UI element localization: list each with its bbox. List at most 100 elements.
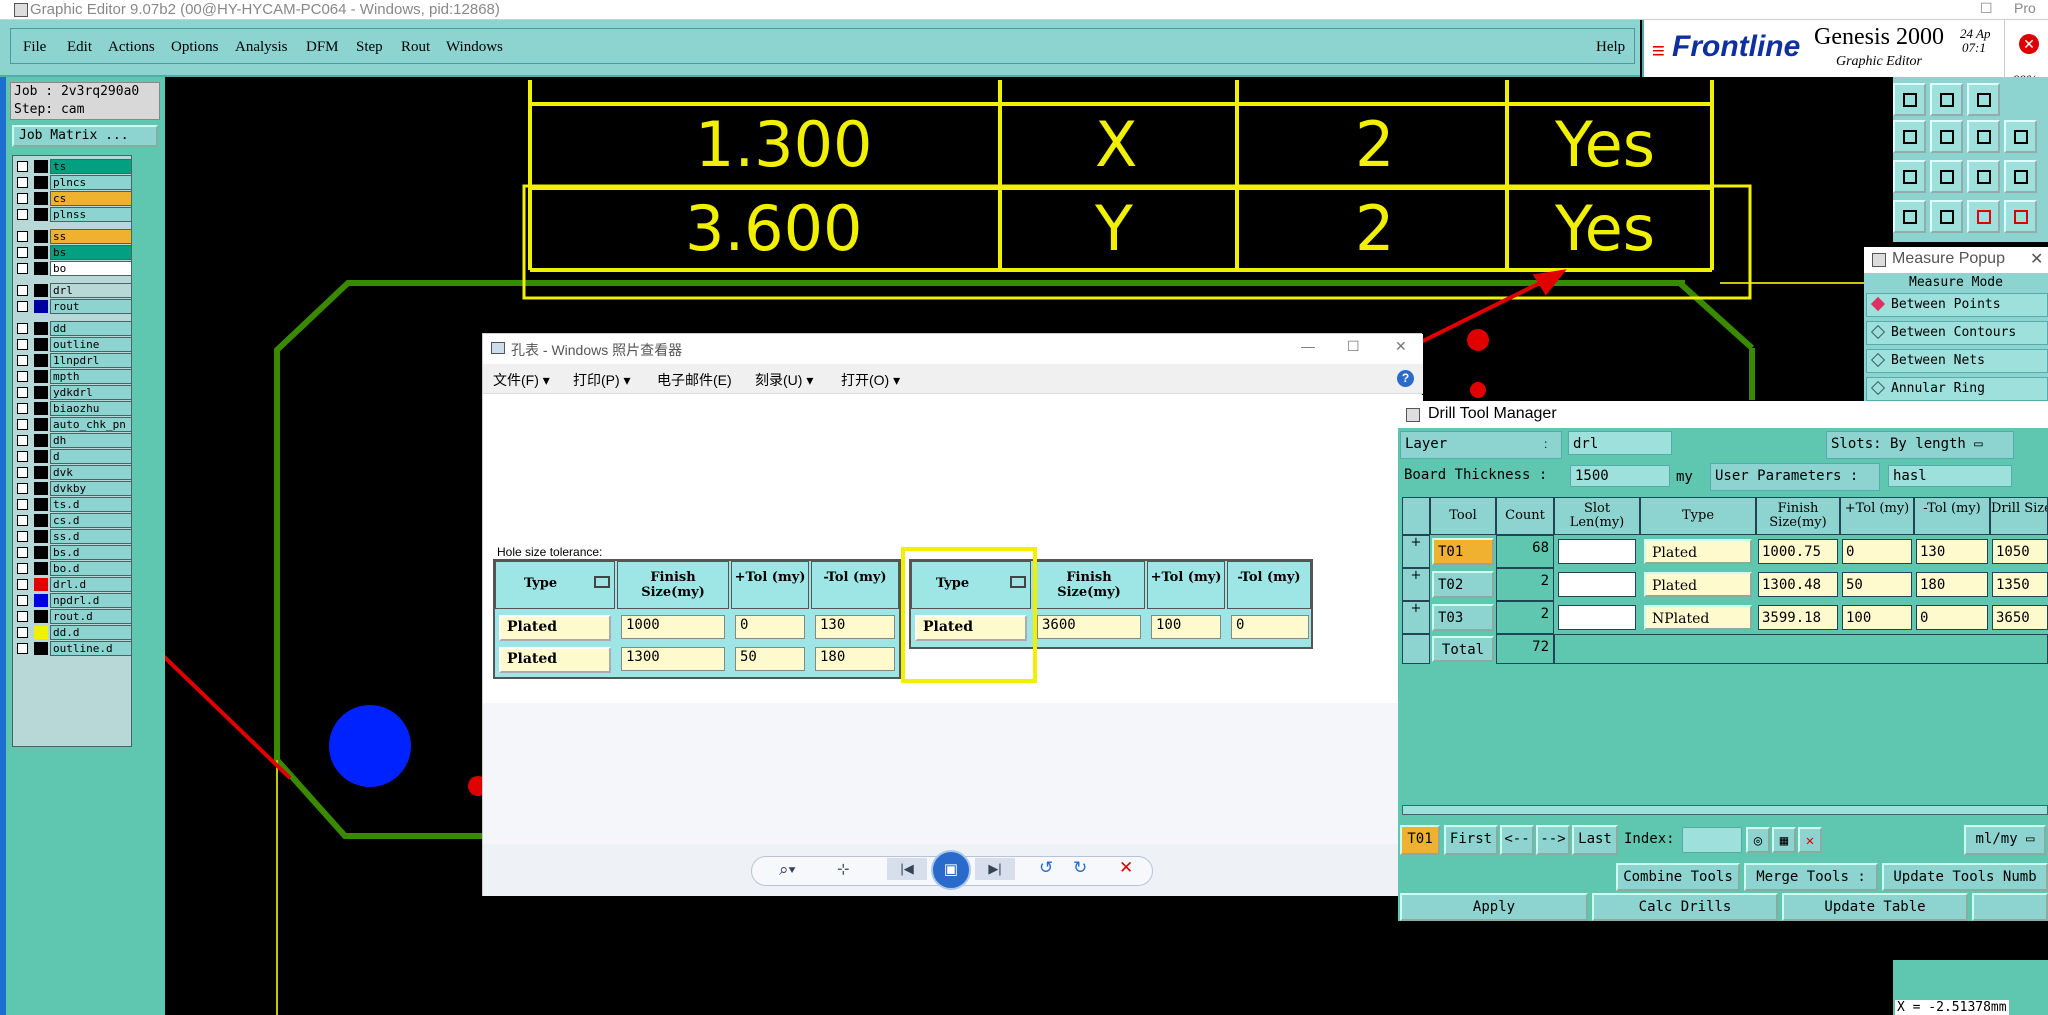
plus-tol-field[interactable]: 50 — [1842, 572, 1912, 597]
rotate-left-icon[interactable]: ↺ — [1039, 858, 1053, 878]
layer-name[interactable]: rout.d — [50, 609, 132, 624]
measure-between-nets[interactable]: Between Nets — [1866, 349, 2048, 373]
layer-name[interactable]: 1lnpdrl — [50, 353, 132, 368]
layer-checkbox[interactable] — [17, 231, 28, 242]
left-row1-plus[interactable]: 0 — [735, 615, 805, 639]
layer-row[interactable]: drl.d — [13, 577, 133, 592]
layer-checkbox[interactable] — [17, 403, 28, 414]
slot-length-field[interactable] — [1558, 539, 1636, 564]
tool-button-5[interactable] — [1930, 120, 1963, 153]
layer-checkbox[interactable] — [17, 643, 28, 654]
layer-name[interactable]: bo — [50, 261, 132, 276]
layer-name[interactable]: drl.d — [50, 577, 132, 592]
layer-row[interactable]: rout.d — [13, 609, 133, 624]
row-expand-icon[interactable]: + — [1402, 601, 1430, 634]
layer-checkbox[interactable] — [17, 627, 28, 638]
menu-edit[interactable]: Edit — [67, 39, 92, 56]
row-expand-icon[interactable]: + — [1402, 568, 1430, 601]
left-row1-minus[interactable]: 130 — [815, 615, 895, 639]
viewer-close-button[interactable]: ✕ — [1395, 338, 1407, 355]
layer-name[interactable]: npdrl.d — [50, 593, 132, 608]
layer-row[interactable]: plncs — [13, 175, 133, 190]
plus-tol-field[interactable]: 100 — [1842, 605, 1912, 630]
layer-row[interactable]: ss.d — [13, 529, 133, 544]
tool-id[interactable]: T01 — [1432, 538, 1494, 565]
layer-name[interactable]: ydkdrl — [50, 385, 132, 400]
layer-checkbox[interactable] — [17, 563, 28, 574]
layer-row[interactable]: outline.d — [13, 641, 133, 656]
left-row1-finish[interactable]: 1000 — [621, 615, 725, 639]
dtm-title[interactable]: Drill Tool Manager — [1398, 401, 2048, 428]
side-window-title[interactable]: Pro — [2014, 0, 2036, 16]
tool-button-6[interactable] — [1967, 120, 2000, 153]
left-row1-type[interactable]: Plated — [499, 615, 611, 641]
layer-checkbox[interactable] — [17, 177, 28, 188]
viewer-menu-burn[interactable]: 刻录(U) ▾ — [755, 370, 813, 390]
combine-tools-button[interactable]: Combine Tools — [1616, 863, 1740, 891]
layer-row[interactable]: auto_chk_pn — [13, 417, 133, 432]
layer-row[interactable]: dvk — [13, 465, 133, 480]
tool-type-dropdown[interactable]: Plated — [1644, 539, 1752, 564]
layer-name[interactable]: plncs — [50, 175, 132, 190]
left-row2-finish[interactable]: 1300 — [621, 647, 725, 671]
layer-name[interactable]: d — [50, 449, 132, 464]
minus-tol-field[interactable]: 180 — [1916, 572, 1988, 597]
tool-button-9[interactable] — [1930, 160, 1963, 193]
layer-name[interactable]: drl — [50, 283, 132, 298]
tool-button-2[interactable] — [1930, 83, 1963, 116]
right-row1-plus[interactable]: 100 — [1151, 615, 1221, 639]
layer-row[interactable]: cs.d — [13, 513, 133, 528]
layer-name[interactable]: bo.d — [50, 561, 132, 576]
job-matrix-button[interactable]: Job Matrix ... — [12, 125, 158, 147]
last-button[interactable]: Last — [1572, 825, 1618, 855]
slot-length-field[interactable] — [1558, 605, 1636, 630]
layer-checkbox[interactable] — [17, 323, 28, 334]
zoom-icon[interactable]: ⌕▾ — [779, 860, 796, 880]
measure-between-contours[interactable]: Between Contours — [1866, 321, 2048, 345]
layer-name[interactable]: mpth — [50, 369, 132, 384]
layer-checkbox[interactable] — [17, 193, 28, 204]
left-row2-minus[interactable]: 180 — [815, 647, 895, 671]
menu-analysis[interactable]: Analysis — [235, 39, 288, 56]
layer-checkbox[interactable] — [17, 371, 28, 382]
tool-button-13[interactable] — [1930, 200, 1963, 233]
rotate-right-icon[interactable]: ↻ — [1073, 858, 1087, 878]
layer-row[interactable]: rout — [13, 299, 133, 314]
viewer-menu-print[interactable]: 打印(P) ▾ — [573, 370, 631, 390]
viewer-minimize-button[interactable]: — — [1301, 338, 1315, 354]
layer-checkbox[interactable] — [17, 515, 28, 526]
layer-row[interactable]: ts.d — [13, 497, 133, 512]
layer-checkbox[interactable] — [17, 339, 28, 350]
tool-button-10[interactable] — [1967, 160, 2000, 193]
menu-windows[interactable]: Windows — [446, 39, 503, 56]
update-table-button[interactable]: Update Table — [1782, 893, 1968, 921]
measure-popup-close[interactable]: ✕ — [2030, 249, 2043, 269]
layer-row[interactable]: npdrl.d — [13, 593, 133, 608]
tool-button-12[interactable] — [1893, 200, 1926, 233]
viewer-menu-email[interactable]: 电子邮件(E) — [657, 370, 732, 390]
layer-row[interactable]: bs — [13, 245, 133, 260]
layer-checkbox[interactable] — [17, 161, 28, 172]
layer-row[interactable]: dd.d — [13, 625, 133, 640]
layer-name[interactable]: dvk — [50, 465, 132, 480]
minus-tol-field[interactable]: 0 — [1916, 605, 1988, 630]
search-icon[interactable]: ◎ — [1746, 827, 1770, 853]
layer-row[interactable]: bo.d — [13, 561, 133, 576]
layer-row[interactable]: d — [13, 449, 133, 464]
menu-help[interactable]: Help — [1596, 39, 1625, 56]
layer-row[interactable]: ts — [13, 159, 133, 174]
layer-row[interactable]: 1lnpdrl — [13, 353, 133, 368]
clear-icon[interactable]: ✕ — [1798, 827, 1822, 853]
first-button[interactable]: First — [1444, 825, 1498, 855]
layer-name[interactable]: dh — [50, 433, 132, 448]
layer-checkbox[interactable] — [17, 247, 28, 258]
layer-name[interactable]: cs — [50, 191, 132, 206]
grid-icon[interactable]: ▦ — [1772, 827, 1796, 853]
layer-row[interactable]: drl — [13, 283, 133, 298]
layer-checkbox[interactable] — [17, 387, 28, 398]
layer-checkbox[interactable] — [17, 611, 28, 622]
layer-checkbox[interactable] — [17, 301, 28, 312]
left-row2-type[interactable]: Plated — [499, 647, 611, 673]
layer-checkbox[interactable] — [17, 285, 28, 296]
finish-size-field[interactable]: 3599.18 — [1758, 605, 1838, 630]
